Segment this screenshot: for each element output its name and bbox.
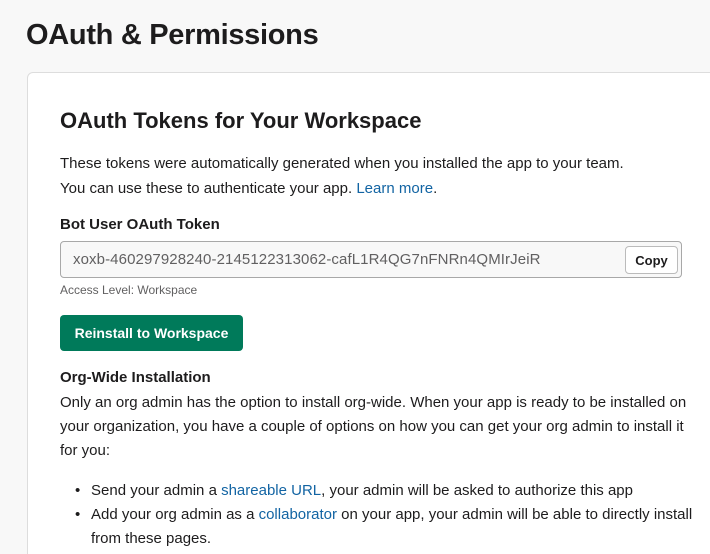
shareable-url-link[interactable]: shareable URL	[221, 482, 321, 499]
list-item: • Send your admin a shareable URL, your …	[60, 479, 700, 503]
learn-more-suffix: .	[433, 180, 438, 197]
list-item: • Add your org admin as a collaborator o…	[60, 503, 700, 551]
org-install-options-list: • Send your admin a shareable URL, your …	[60, 479, 700, 551]
list-item-prefix: Add your org admin as a	[91, 506, 259, 523]
bullet-icon: •	[75, 482, 81, 499]
page-title: OAuth & Permissions	[26, 19, 319, 51]
org-wide-title: Org-Wide Installation	[60, 369, 211, 386]
bot-token-value[interactable]: xoxb-460297928240-2145122313062-cafL1R4Q…	[73, 251, 541, 268]
access-level-text: Access Level: Workspace	[60, 283, 198, 297]
bot-token-label: Bot User OAuth Token	[60, 216, 220, 233]
intro-line-1: These tokens were automatically generate…	[60, 155, 624, 172]
bot-token-field[interactable]: xoxb-460297928240-2145122313062-cafL1R4Q…	[60, 241, 682, 278]
reinstall-to-workspace-button[interactable]: Reinstall to Workspace	[60, 315, 243, 351]
learn-more-link[interactable]: Learn more	[356, 180, 433, 197]
collaborator-link[interactable]: collaborator	[259, 506, 337, 523]
section-title: OAuth Tokens for Your Workspace	[60, 108, 422, 133]
intro-line-2: You can use these to authenticate your a…	[60, 180, 353, 197]
copy-token-button[interactable]: Copy	[625, 246, 678, 274]
org-wide-description: Only an org admin has the option to inst…	[60, 394, 687, 459]
bullet-icon: •	[75, 506, 81, 523]
list-item-prefix: Send your admin a	[91, 482, 222, 499]
tokens-intro: These tokens were automatically generate…	[60, 151, 700, 201]
list-item-suffix: , your admin will be asked to authorize …	[321, 482, 633, 499]
oauth-tokens-card: OAuth Tokens for Your Workspace These to…	[27, 72, 710, 554]
oauth-permissions-page: OAuth & Permissions OAuth Tokens for You…	[0, 0, 710, 554]
